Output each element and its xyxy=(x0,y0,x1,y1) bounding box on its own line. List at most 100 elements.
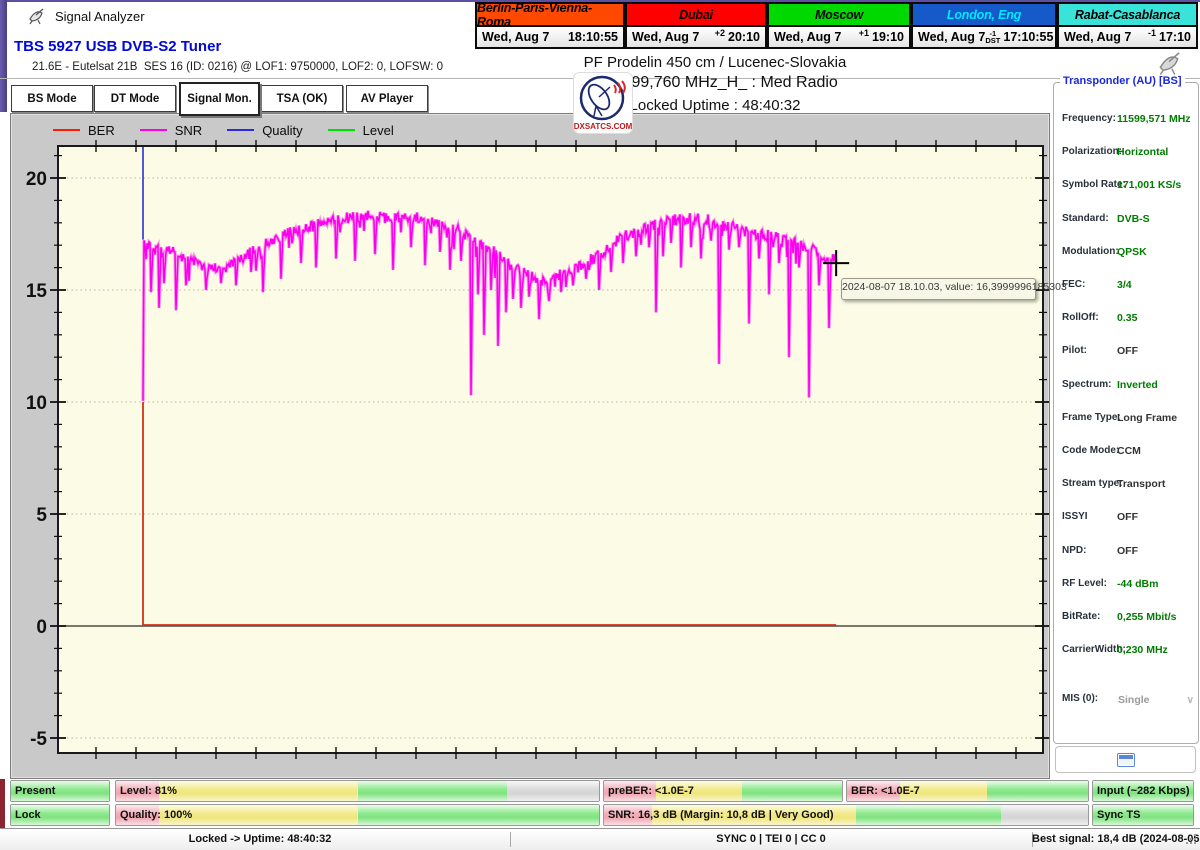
status-bar: Locked -> Uptime: 48:40:32 SYNC 0 | TEI … xyxy=(0,828,1200,850)
transport-window-button[interactable] xyxy=(1055,746,1196,773)
mis-dropdown[interactable]: Single ∨ xyxy=(1114,690,1198,710)
transponder-value: 171,001 KS/s xyxy=(1117,179,1181,191)
bar-label: Sync TS xyxy=(1097,809,1140,821)
transponder-row: Frame Type:Long Frame xyxy=(1054,412,1198,426)
bar-segment-green xyxy=(358,805,600,825)
svg-text:20: 20 xyxy=(26,169,47,190)
transponder-row: BitRate:0,255 Mbit/s xyxy=(1054,611,1198,625)
transponder-label: Polarization: xyxy=(1062,146,1122,157)
transponder-row: CarrierWidth:0,230 MHz xyxy=(1054,644,1198,658)
chart-legend: BER SNR Quality Level xyxy=(53,119,419,141)
transponder-label: RollOff: xyxy=(1062,312,1099,323)
frequency-heading: f=11599,760 MHz_H_ : Med Radio xyxy=(480,74,950,92)
status-bar-present: Present xyxy=(10,780,110,802)
status-best-signal: Best signal: 18,4 dB (2024-08-06 07:23) xyxy=(1032,829,1198,850)
transponder-value: 0.35 xyxy=(1117,312,1137,324)
clock-time: 19:10 xyxy=(872,30,904,44)
tab-tsa-ok[interactable]: TSA (OK) xyxy=(261,85,343,112)
clock-time-cell: Wed, Aug 718:10:55 xyxy=(475,26,625,49)
tab-bs-mode[interactable]: BS Mode xyxy=(11,85,93,112)
clock-column: DubaiWed, Aug 7+220:10 xyxy=(625,2,767,49)
legend-line-level xyxy=(328,129,355,131)
transponder-row: ISSYIOFF xyxy=(1054,511,1198,525)
bar-segment-green xyxy=(856,805,1001,825)
bar-segment-gray xyxy=(1001,805,1088,825)
transponder-value: Long Frame xyxy=(1117,412,1177,424)
legend-label: SNR xyxy=(175,123,202,138)
clock-city-header: Berlin-Paris-Vienna-Roma xyxy=(475,2,625,26)
window-icon xyxy=(1117,753,1135,767)
resize-grip[interactable] xyxy=(1186,834,1198,846)
transponder-panel: Transponder (AU) [BS] Frequency:11599,57… xyxy=(1053,82,1199,744)
transponder-value: -44 dBm xyxy=(1117,578,1158,590)
transponder-label: Stream type: xyxy=(1062,478,1123,489)
legend-label: Quality xyxy=(262,123,302,138)
transponder-row: Modulation:QPSK xyxy=(1054,246,1198,260)
transponder-label: BitRate: xyxy=(1062,611,1100,622)
svg-text:10: 10 xyxy=(26,393,47,414)
transponder-value: 3/4 xyxy=(1117,279,1132,291)
locked-uptime: Locked Uptime : 48:40:32 xyxy=(480,97,950,114)
clock-utc-offset: -1DST xyxy=(985,30,1000,45)
transponder-row: RF Level:-44 dBm xyxy=(1054,578,1198,592)
clock-time-cell: Wed, Aug 7-1DST17:10:55 xyxy=(911,26,1057,49)
transponder-row: Spectrum:Inverted xyxy=(1054,379,1198,393)
window-title: Signal Analyzer xyxy=(55,9,145,24)
mis-row: MIS (0): Single ∨ xyxy=(1054,693,1198,713)
transponder-label: Modulation: xyxy=(1062,246,1119,257)
bar-segment-green xyxy=(358,781,508,801)
legend-line-snr xyxy=(140,129,167,131)
bar-label: BER: <1.0E-7 xyxy=(851,785,920,797)
bar-label: preBER: <1.0E-7 xyxy=(608,785,694,797)
transponder-row: Symbol Rate:171,001 KS/s xyxy=(1054,179,1198,193)
transponder-label: Frame Type: xyxy=(1062,412,1121,423)
mis-label: MIS (0): xyxy=(1062,693,1098,704)
legend-label: BER xyxy=(88,123,115,138)
tab-dt-mode[interactable]: DT Mode xyxy=(94,85,176,112)
clock-city-header: Moscow xyxy=(767,2,911,26)
clock-column: MoscowWed, Aug 7+119:10 xyxy=(767,2,911,49)
status-bar-lock: Lock xyxy=(10,804,110,826)
transponder-value: CCM xyxy=(1117,445,1141,457)
transponder-row: Frequency:11599,571 MHz xyxy=(1054,113,1198,127)
legend-line-ber xyxy=(53,129,80,131)
tuner-details: 21.6E - Eutelsat 21B SES 16 (ID: 0216) @… xyxy=(32,61,443,73)
clock-time: 20:10 xyxy=(728,30,760,44)
transponder-row: Stream type:Transport xyxy=(1054,478,1198,492)
transponder-row: FEC:3/4 xyxy=(1054,279,1198,293)
legend-label: Level xyxy=(363,123,394,138)
tab-signal-mon[interactable]: Signal Mon. xyxy=(179,82,260,116)
status-bar-ber: BER: <1.0E-7 xyxy=(846,780,1089,802)
transponder-row: Standard: DVB-S xyxy=(1054,213,1198,227)
tab-av-player[interactable]: AV Player xyxy=(346,85,428,112)
clock-column: Berlin-Paris-Vienna-RomaWed, Aug 718:10:… xyxy=(475,2,625,49)
bar-label: Level: 81% xyxy=(120,785,177,797)
chevron-down-icon: ∨ xyxy=(1187,695,1194,706)
svg-text:5: 5 xyxy=(36,505,47,526)
status-bar-quality: Quality: 100% xyxy=(115,804,600,826)
window-border-left xyxy=(0,0,7,112)
signal-analyzer-window: Signal Analyzer Berlin-Paris-Vienna-Roma… xyxy=(0,0,1200,850)
transponder-value: QPSK xyxy=(1117,246,1147,258)
world-clocks: Berlin-Paris-Vienna-RomaWed, Aug 718:10:… xyxy=(475,2,1198,49)
transponder-value: OFF xyxy=(1117,345,1138,357)
transponder-label: Standard: xyxy=(1062,213,1109,224)
dxsatcs-logo: DXSATCS.COM xyxy=(573,72,633,134)
transponder-label: Frequency: xyxy=(1062,113,1116,124)
legend-line-quality xyxy=(227,129,254,131)
transponder-panel-title: Transponder (AU) [BS] xyxy=(1060,75,1185,87)
status-bar-level: Level: 81% xyxy=(115,780,600,802)
svg-text:0: 0 xyxy=(36,617,47,638)
transponder-value: 0,230 MHz xyxy=(1117,644,1168,656)
transponder-value: DVB-S xyxy=(1117,213,1150,225)
status-sync-counters: SYNC 0 | TEI 0 | CC 0 xyxy=(510,829,1032,850)
satellite-dish-icon xyxy=(26,7,46,25)
signal-chart[interactable]: -505101520 xyxy=(11,114,1049,778)
bar-label: Quality: 100% xyxy=(120,809,192,821)
transponder-value: 11599,571 MHz xyxy=(1117,113,1191,125)
bar-label: Present xyxy=(15,785,55,797)
clock-utc-offset: +2 xyxy=(715,28,725,38)
transponder-value: Inverted xyxy=(1117,379,1158,391)
clock-time-cell: Wed, Aug 7-117:10 xyxy=(1057,26,1198,49)
clock-column: Rabat-CasablancaWed, Aug 7-117:10 xyxy=(1057,2,1198,49)
